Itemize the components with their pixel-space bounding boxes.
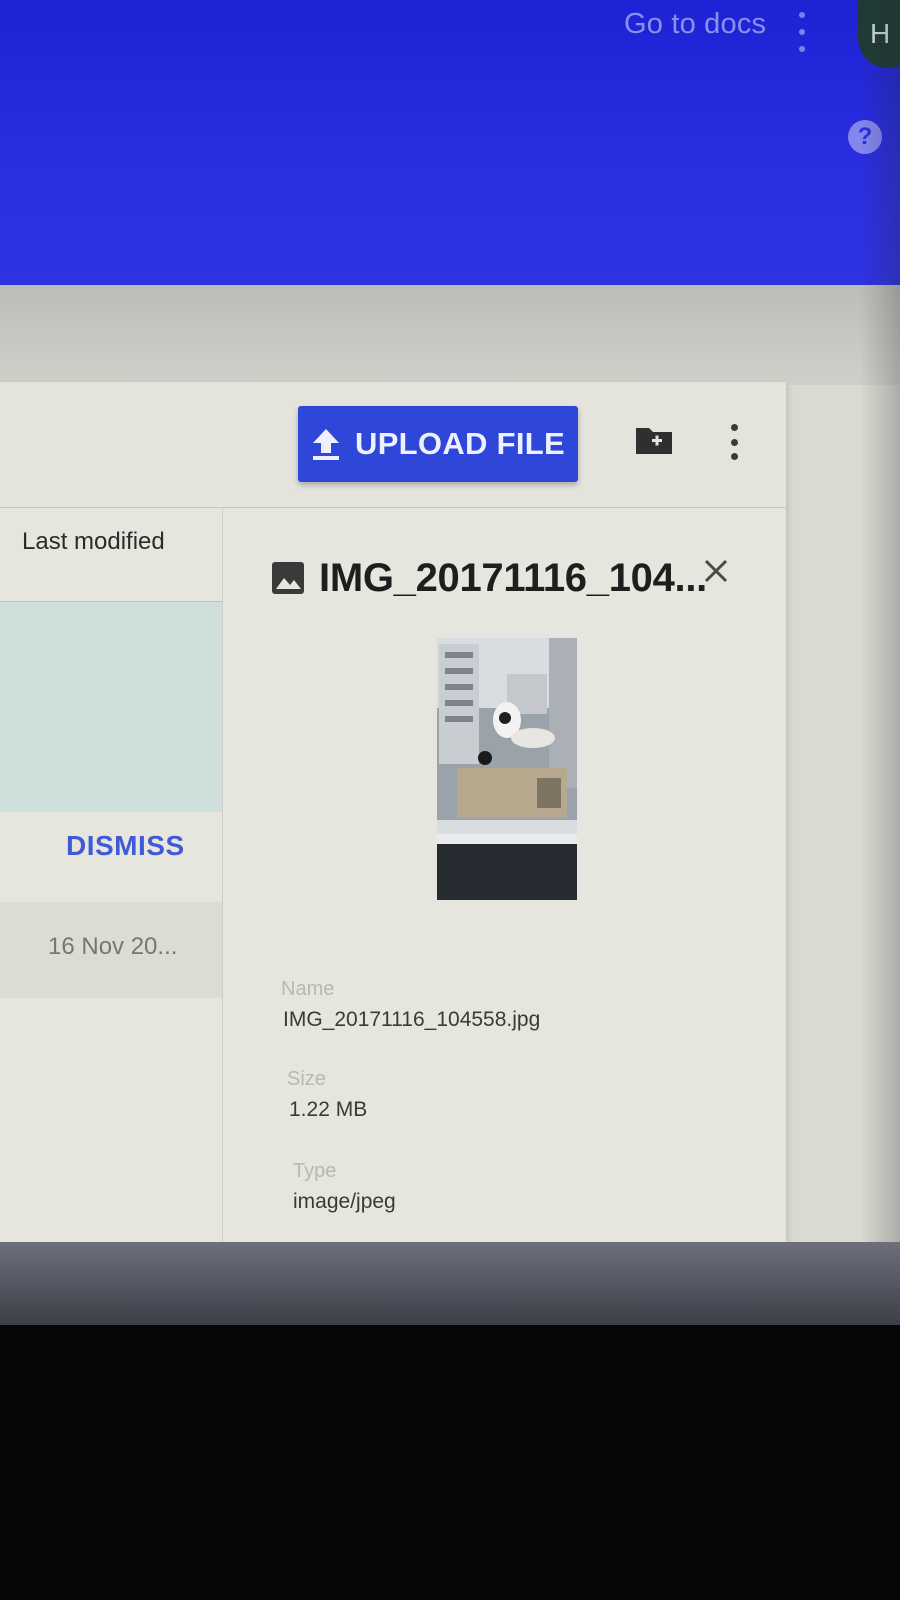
details-title: IMG_20171116_104... (319, 555, 707, 600)
file-browser-card: UPLOAD FILE Last modified DISMISS 16 Nov… (0, 382, 786, 1242)
image-icon (272, 562, 304, 594)
monitor-bezel-bottom (0, 1242, 900, 1325)
app-bar: Go to docs H ? (0, 0, 900, 285)
create-new-folder-icon[interactable] (634, 424, 674, 456)
last-modified-column-header[interactable]: Last modified (0, 508, 222, 602)
type-value: image/jpeg (293, 1190, 396, 1213)
size-value: 1.22 MB (289, 1098, 368, 1121)
details-header: IMG_20171116_104... (271, 548, 771, 608)
monitor-screen: Go to docs H ? UPLOAD FILE Last mo (0, 0, 900, 1325)
file-toolbar: UPLOAD FILE (0, 382, 786, 508)
image-thumbnail (437, 638, 577, 900)
file-list-column: Last modified DISMISS 16 Nov 20... (0, 508, 223, 1242)
file-details-pane: IMG_20171116_104... Name IMG_20171116_10… (223, 508, 786, 1242)
type-label: Type (293, 1160, 337, 1182)
name-value: IMG_20171116_104558.jpg (283, 1008, 541, 1031)
close-icon[interactable] (703, 558, 729, 584)
list-item-selected[interactable] (0, 602, 222, 812)
dark-surroundings (0, 1325, 900, 1600)
upload-file-button[interactable]: UPLOAD FILE (298, 406, 578, 482)
screen-edge-shadow (860, 0, 900, 1325)
name-label: Name (281, 978, 335, 1000)
app-bar-more-icon[interactable] (794, 12, 810, 52)
dismiss-button[interactable]: DISMISS (66, 830, 185, 862)
column-header-label: Last modified (22, 528, 165, 555)
last-modified-cell: 16 Nov 20... (48, 933, 178, 960)
upload-file-label: UPLOAD FILE (355, 426, 565, 461)
more-vert-icon[interactable] (728, 424, 740, 460)
size-label: Size (287, 1068, 326, 1090)
go-to-docs-link[interactable]: Go to docs (624, 8, 766, 41)
upload-arrow-icon (313, 429, 340, 460)
page-background-band (0, 285, 900, 385)
